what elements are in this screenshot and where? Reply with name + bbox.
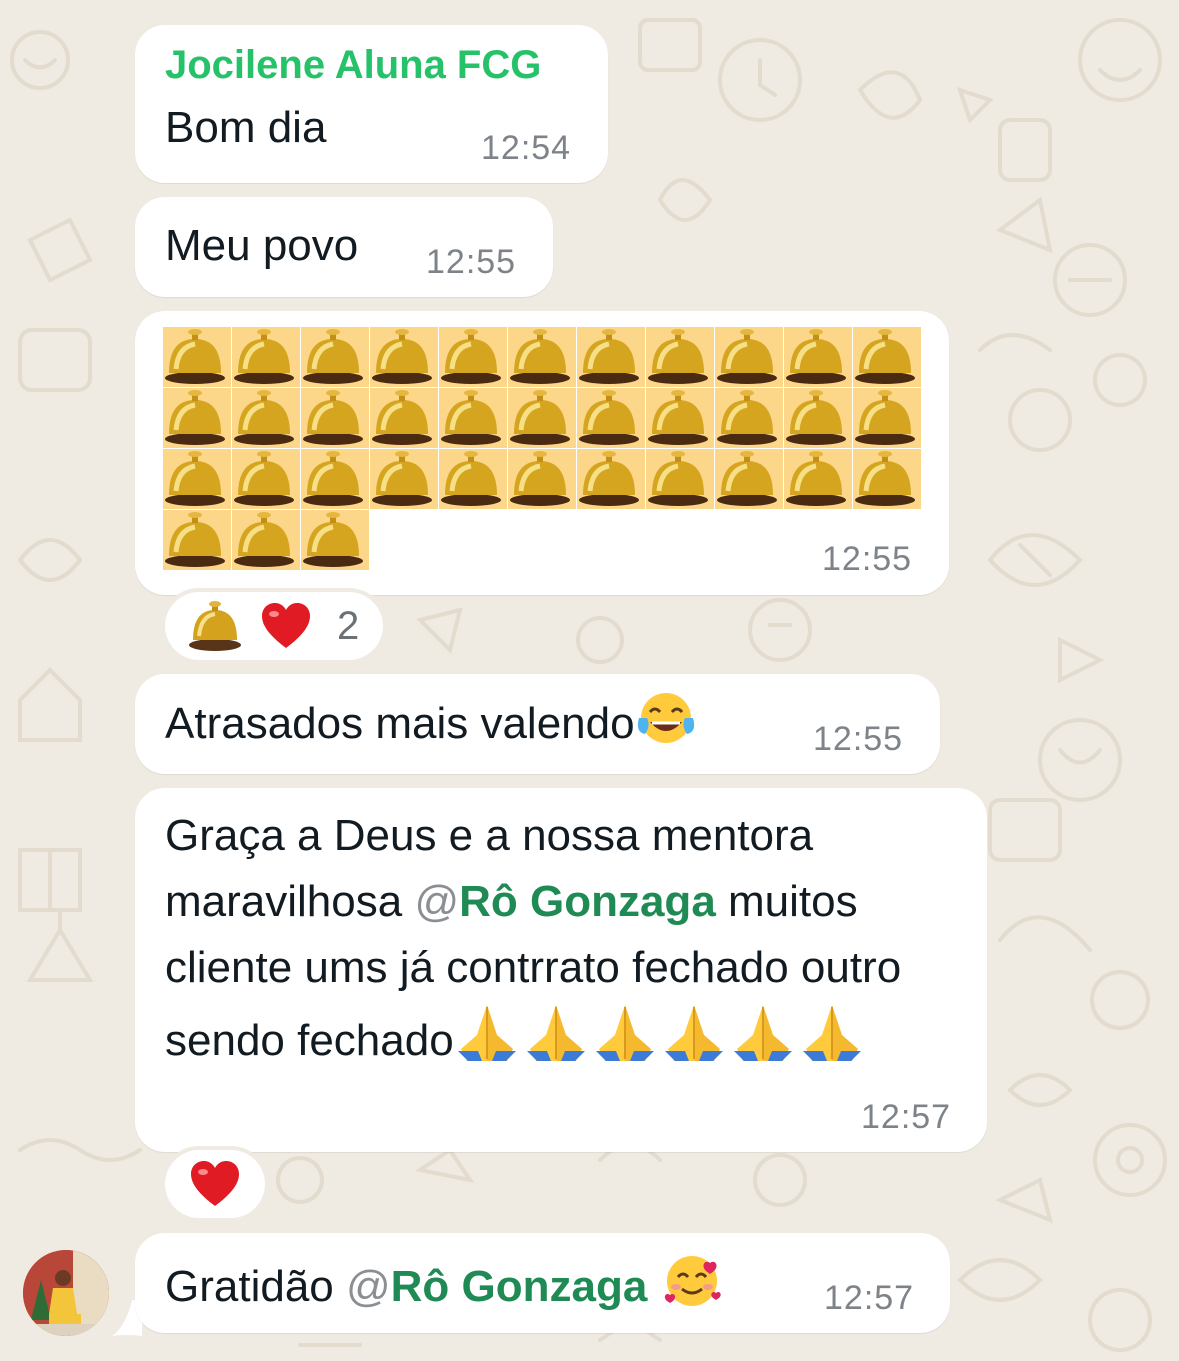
sender-avatar[interactable] bbox=[23, 1250, 109, 1336]
bellhop-bell-icon bbox=[232, 388, 300, 448]
folded-hands-icon bbox=[523, 1001, 589, 1082]
reaction-count: 2 bbox=[337, 604, 360, 648]
message-bubble[interactable]: Atrasados mais valendo 12:55 bbox=[135, 674, 940, 774]
red-heart-icon bbox=[189, 1160, 241, 1213]
bellhop-bell-icon bbox=[784, 449, 852, 509]
bellhop-bell-icon bbox=[232, 449, 300, 509]
bellhop-bell-icon bbox=[784, 388, 852, 448]
bellhop-bell-icon bbox=[577, 327, 645, 387]
bellhop-bell-icon bbox=[439, 327, 507, 387]
smiling-face-with-hearts-icon bbox=[660, 1249, 724, 1328]
message-text: Gratidão @Rô Gonzaga bbox=[165, 1249, 724, 1328]
message-time: 12:57 bbox=[824, 1279, 915, 1317]
message-time: 12:54 bbox=[481, 129, 572, 167]
mention-link[interactable]: Rô Gonzaga bbox=[459, 877, 716, 926]
bellhop-bell-icon bbox=[301, 388, 369, 448]
message-text-content: Atrasados mais valendo bbox=[165, 699, 635, 748]
bellhop-bell-icon bbox=[187, 600, 243, 657]
bellhop-bell-icon bbox=[577, 449, 645, 509]
bellhop-bell-icon bbox=[232, 510, 300, 570]
bellhop-bell-icon bbox=[853, 449, 921, 509]
bellhop-bell-icon bbox=[370, 388, 438, 448]
bellhop-bell-icon bbox=[646, 388, 714, 448]
bellhop-bell-icon bbox=[577, 388, 645, 448]
red-heart-icon bbox=[260, 602, 312, 655]
message-time: 12:55 bbox=[822, 540, 913, 578]
bellhop-bell-icon bbox=[301, 327, 369, 387]
bellhop-bell-icon bbox=[646, 327, 714, 387]
bellhop-bell-icon bbox=[232, 327, 300, 387]
bellhop-bell-icon bbox=[715, 327, 783, 387]
mention-at-symbol: @ bbox=[414, 877, 460, 926]
bellhop-bell-icon bbox=[301, 510, 369, 570]
message-time: 12:55 bbox=[426, 243, 517, 281]
bellhop-bell-icon bbox=[163, 510, 231, 570]
bellhop-bell-icon bbox=[784, 327, 852, 387]
message-time: 12:57 bbox=[861, 1098, 952, 1136]
bellhop-bell-icon bbox=[508, 388, 576, 448]
message-text-content: Gratidão bbox=[165, 1262, 346, 1311]
bellhop-bell-icon bbox=[646, 449, 714, 509]
message-text: Graça a Deus e a nossa mentora maravilho… bbox=[165, 803, 965, 1082]
bellhop-bell-icon bbox=[508, 327, 576, 387]
bellhop-bell-icon bbox=[370, 449, 438, 509]
message-bubble[interactable]: Graça a Deus e a nossa mentora maravilho… bbox=[135, 788, 987, 1152]
tears-of-joy-icon bbox=[635, 690, 697, 765]
message-text: Meu povo bbox=[165, 221, 359, 270]
folded-hands-icon bbox=[592, 1001, 658, 1082]
bellhop-bell-icon bbox=[715, 449, 783, 509]
folded-hands-icon bbox=[661, 1001, 727, 1082]
folded-hands-icon bbox=[730, 1001, 796, 1082]
message-bubble[interactable]: Jocilene Aluna FCG Bom dia 12:54 bbox=[135, 25, 608, 183]
bellhop-bell-icon bbox=[370, 327, 438, 387]
folded-hands-icon bbox=[454, 1001, 520, 1082]
bellhop-bell-icon bbox=[439, 388, 507, 448]
reaction-pill[interactable]: 2 bbox=[165, 592, 383, 660]
sender-name[interactable]: Jocilene Aluna FCG bbox=[165, 43, 541, 88]
bellhop-bell-icon bbox=[163, 449, 231, 509]
message-text: Atrasados mais valendo bbox=[165, 690, 697, 765]
avatar-photo bbox=[23, 1250, 109, 1336]
folded-hands-emoji-group bbox=[454, 1005, 868, 1065]
bellhop-bell-icon bbox=[853, 388, 921, 448]
message-time: 12:55 bbox=[813, 720, 904, 758]
bellhop-bell-icon bbox=[163, 388, 231, 448]
mention-at-symbol: @ bbox=[345, 1262, 391, 1311]
bellhop-bell-icon bbox=[301, 449, 369, 509]
message-bubble[interactable]: Meu povo 12:55 bbox=[135, 197, 553, 297]
message-bubble-emoji[interactable]: 12:55 bbox=[135, 311, 949, 595]
bellhop-bell-icon bbox=[508, 449, 576, 509]
bellhop-bell-icon bbox=[853, 327, 921, 387]
bellhop-bell-icon bbox=[715, 388, 783, 448]
bellhop-bell-icon bbox=[439, 449, 507, 509]
folded-hands-icon bbox=[799, 1001, 865, 1082]
reaction-pill[interactable] bbox=[165, 1150, 265, 1218]
bellhop-bell-icon bbox=[163, 327, 231, 387]
mention-link[interactable]: Rô Gonzaga bbox=[391, 1262, 648, 1311]
message-text: Bom dia bbox=[165, 103, 327, 152]
message-bubble[interactable]: Gratidão @Rô Gonzaga 12:57 bbox=[135, 1233, 950, 1333]
